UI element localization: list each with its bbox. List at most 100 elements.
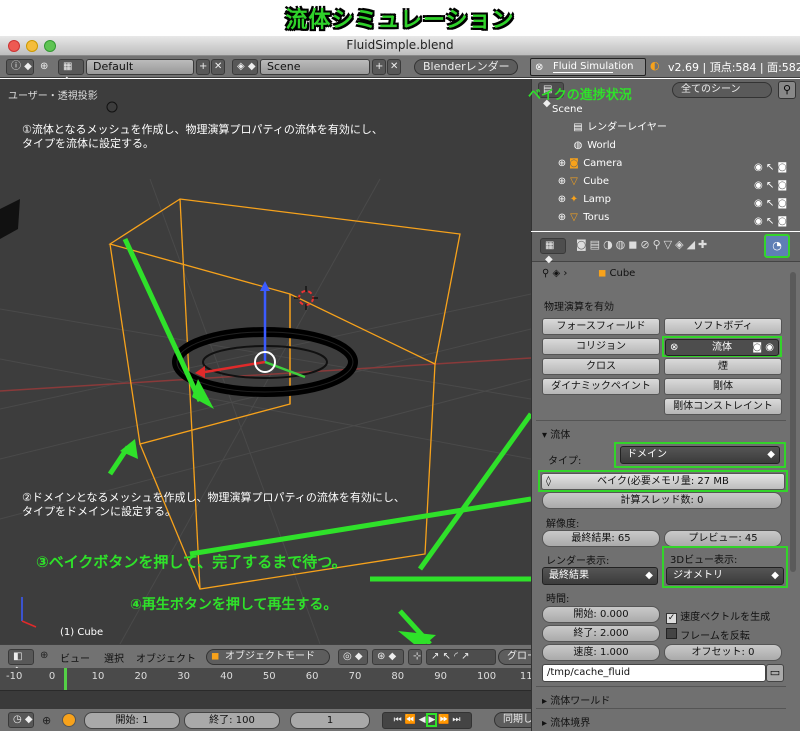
layout-field[interactable]: Default xyxy=(86,59,194,75)
cancel-job-icon[interactable]: ⊗ xyxy=(535,60,543,76)
end-time-field[interactable]: 終了: 2.000 xyxy=(542,625,660,642)
physics-enable-label: 物理演算を有効 xyxy=(544,302,614,313)
annotation-step2: ②ドメインとなるメッシュを作成し、物理演算プロパティの流体を有効にし、 タイプを… xyxy=(22,491,405,518)
3d-viewport[interactable]: ユーザー・透視投影 ①流体となるメッシュを作成し、物理演算プロパティの流体を有効… xyxy=(0,79,531,644)
manipulator-toggle[interactable]: ⊹ xyxy=(408,649,422,665)
timeline-tick: 10 xyxy=(91,671,105,682)
properties-editor: ▦ ◆ ◙▤◑◍◼⊘⚲▽◈◢✚ ◔ ⚲ ◈ › ◼ Cube 物理演算を有効 フ… xyxy=(531,232,800,731)
properties-scrollbar[interactable] xyxy=(790,272,796,572)
context-tabs[interactable]: ◙▤◑◍◼⊘⚲▽◈◢✚ xyxy=(576,238,710,251)
tutorial-banner: 流体シミュレーション xyxy=(0,0,800,33)
outliner-row-world[interactable]: ◍ World xyxy=(532,137,800,155)
start-time-field[interactable]: 開始: 0.000 xyxy=(542,606,660,623)
view3d-display-label: 3Dビュー表示: xyxy=(670,555,738,566)
jump-start-icon[interactable]: ⏮ xyxy=(394,715,402,725)
force-field-button[interactable]: フォースフィールド xyxy=(542,318,660,335)
fluid-world-panel[interactable]: ▸ 流体ワールド xyxy=(542,692,610,707)
folder-icon[interactable]: ▭ xyxy=(766,664,784,682)
blender-logo-icon: ◐ xyxy=(650,59,660,72)
eye-icon[interactable]: ◉ ↖ ◙ xyxy=(754,195,787,213)
menu-toggle-icon[interactable]: ⊕ xyxy=(40,650,48,661)
banner-title: 流体シミュレーション xyxy=(285,8,515,33)
render-display-select[interactable]: 最終結果 ◆ xyxy=(542,567,658,585)
speed-field[interactable]: 速度: 1.000 xyxy=(542,644,660,661)
play-reverse-icon[interactable]: ◀ xyxy=(419,715,426,725)
pivot-select[interactable]: ⊛ ◆ xyxy=(372,649,404,665)
collision-button[interactable]: コリジョン xyxy=(542,338,660,355)
frame-end-field[interactable]: 終了: 100 xyxy=(184,712,280,729)
rigid-body-button[interactable]: 剛体 xyxy=(664,378,782,395)
context-object: ◼ Cube xyxy=(598,268,636,279)
outliner-display-select[interactable]: 全てのシーン xyxy=(672,82,772,98)
transform-manipulators[interactable]: ↗ ↖ ◜ ↗ xyxy=(426,649,496,665)
remove-layout-icon[interactable]: ✕ xyxy=(211,59,225,75)
fluid-type-select[interactable]: ドメイン ◆ xyxy=(620,446,780,464)
type-highlight: ドメイン ◆ xyxy=(614,442,786,468)
search-icon[interactable]: ⚲ xyxy=(778,81,796,99)
preview-resolution-field[interactable]: プレビュー: 45 xyxy=(664,530,782,547)
outliner-row-scene[interactable]: Scene xyxy=(532,101,800,119)
play-icon[interactable]: ▶ xyxy=(426,713,438,727)
menu-view[interactable]: ビュー xyxy=(60,650,90,665)
file-title: FluidSimple.blend xyxy=(346,38,454,52)
eye-icon[interactable]: ◉ ↖ ◙ xyxy=(754,159,787,177)
final-resolution-field[interactable]: 最終結果: 65 xyxy=(542,530,660,547)
fluid-boundary-panel[interactable]: ▸ 流体境界 xyxy=(542,714,590,729)
cube-mode-icon: ◼ xyxy=(211,651,220,662)
current-frame-field[interactable]: 1 xyxy=(290,712,370,729)
eye-icon[interactable]: ◉ ↖ ◙ xyxy=(754,213,787,231)
record-keyframe-icon[interactable] xyxy=(62,713,76,727)
scene-field[interactable]: Scene xyxy=(260,59,370,75)
mesh-icon: ▽ xyxy=(570,176,578,187)
bake-highlight: ◊ ベイク(必要メモリ量: 27 MB xyxy=(538,470,788,492)
fluid-panel-header[interactable]: ▾ 流体 xyxy=(542,426,570,441)
bake-button[interactable]: ◊ ベイク(必要メモリ量: 27 MB xyxy=(541,473,785,490)
rigid-constraint-button[interactable]: 剛体コンストレイント xyxy=(664,398,782,415)
remove-scene-icon[interactable]: ✕ xyxy=(387,59,401,75)
editor-type-menu[interactable]: ⓘ ◆ xyxy=(6,59,34,75)
type-label: タイプ: xyxy=(548,456,582,467)
eye-icon[interactable]: ◉ ↖ ◙ xyxy=(754,177,787,195)
screen-layout-icon[interactable]: ▦ ◆ xyxy=(58,59,84,86)
timeline-ruler[interactable]: -10 0 10 20 30 40 50 60 70 80 90 100 11 xyxy=(0,668,533,690)
properties-editor-icon[interactable]: ▦ ◆ xyxy=(540,238,566,265)
mode-select[interactable]: ◼ オブジェクトモード xyxy=(206,649,330,665)
render-engine-select[interactable]: Blenderレンダー xyxy=(414,59,518,75)
offset-field[interactable]: オフセット: 0 xyxy=(664,644,782,661)
add-scene-icon[interactable]: + xyxy=(372,59,386,75)
gen-speed-vectors-checkbox[interactable]: ✓ 速度ベクトルを生成 xyxy=(666,608,770,624)
outliner-row-render-layer[interactable]: ▤ レンダーレイヤー xyxy=(532,119,800,137)
dynamic-paint-button[interactable]: ダイナミックペイント xyxy=(542,378,660,395)
menu-object[interactable]: オブジェクト xyxy=(136,650,196,665)
jump-end-icon[interactable]: ⏭ xyxy=(452,715,460,725)
viewport-header: ◧ ◆ ⊕ ビュー 選択 オブジェクト ◼ オブジェクトモード ◎ ◆ ⊛ ◆ … xyxy=(0,644,538,676)
pin-icon[interactable]: ⚲ ◈ › xyxy=(542,268,567,279)
add-layout-icon[interactable]: + xyxy=(196,59,210,75)
fluid-button[interactable]: ⊗ 流体 ◙ ◉ xyxy=(665,339,779,356)
render-display-label: レンダー表示: xyxy=(546,556,610,567)
cloth-button[interactable]: クロス xyxy=(542,358,660,375)
prev-keyframe-icon[interactable]: ⏪ xyxy=(405,715,416,725)
next-keyframe-icon[interactable]: ⏩ xyxy=(438,715,449,725)
window-titlebar: FluidSimple.blend xyxy=(0,36,800,56)
frame-start-field[interactable]: 開始: 1 xyxy=(84,712,180,729)
cache-path-field[interactable]: /tmp/cache_fluid xyxy=(542,664,766,682)
smoke-button[interactable]: 煙 xyxy=(664,358,782,375)
divider xyxy=(536,686,786,687)
timeline-menu-icon[interactable]: ⊕ xyxy=(42,714,51,727)
lamp-icon: ✦ xyxy=(569,194,579,205)
physics-tab-icon[interactable]: ◔ xyxy=(764,234,790,258)
expand-icon: ⊕ xyxy=(557,194,567,205)
menu-collapse-icon[interactable]: ⊕ xyxy=(40,61,48,72)
menu-select[interactable]: 選択 xyxy=(104,650,124,665)
threads-field[interactable]: 計算スレッド数: 0 xyxy=(542,492,782,509)
soft-body-button[interactable]: ソフトボディ xyxy=(664,318,782,335)
scene-icon[interactable]: ◈ ◆ xyxy=(232,59,258,75)
timeline-track[interactable] xyxy=(0,690,531,708)
reverse-frames-checkbox[interactable]: フレームを反転 xyxy=(666,627,750,642)
view3d-editor-icon[interactable]: ◧ ◆ xyxy=(8,649,34,676)
shading-select[interactable]: ◎ ◆ xyxy=(338,649,368,665)
timeline-editor-icon[interactable]: ◷ ◆ xyxy=(8,712,34,728)
view3d-display-select[interactable]: ジオメトリ ◆ xyxy=(666,567,784,585)
timeline-tick: 20 xyxy=(134,671,148,682)
